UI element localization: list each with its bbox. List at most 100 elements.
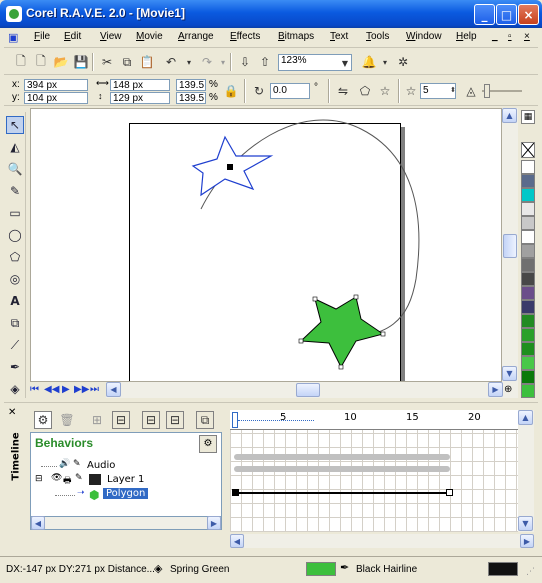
polygon-track-bar[interactable]: [234, 492, 450, 494]
palette-swatch[interactable]: [521, 258, 535, 272]
doc-icon[interactable]: ▣: [8, 31, 18, 44]
paste-icon[interactable]: 📋: [138, 53, 156, 71]
cut-icon[interactable]: ✂: [98, 53, 116, 71]
printer-icon[interactable]: 🖶: [63, 473, 72, 489]
text-tool-icon[interactable]: A: [6, 292, 24, 310]
menu-movie[interactable]: Movie: [136, 31, 163, 42]
layer-color-swatch[interactable]: [89, 474, 101, 485]
first-frame-icon[interactable]: ⏮: [30, 384, 39, 395]
snap-dropdown-icon[interactable]: ▾: [376, 53, 394, 71]
last-frame-icon[interactable]: ⏭: [90, 384, 99, 395]
canvas-vertical-scrollbar[interactable]: ▲ ▼: [502, 108, 518, 382]
palette-menu-icon[interactable]: ▦: [521, 110, 535, 124]
frames-vertical-scrollbar[interactable]: ▲ ▼: [518, 410, 534, 532]
layer-track-bar[interactable]: [234, 466, 450, 472]
minimize-button[interactable]: _: [474, 4, 495, 25]
scroll-thumb[interactable]: [503, 234, 517, 258]
scroll-up-icon[interactable]: ▲: [518, 410, 533, 425]
interactive-tool-icon[interactable]: ⧉: [6, 314, 24, 332]
palette-swatch[interactable]: [521, 286, 535, 300]
behaviors-button-icon[interactable]: ⚙: [34, 411, 52, 429]
play-icon[interactable]: ▶: [62, 384, 70, 395]
outline-tool-icon[interactable]: ✒: [6, 358, 24, 376]
frames-grid[interactable]: [230, 430, 518, 532]
scroll-left-icon[interactable]: ◀: [106, 382, 121, 397]
palette-swatch[interactable]: [521, 244, 535, 258]
resize-grip-icon[interactable]: ⋰: [526, 567, 535, 577]
app-logo-icon[interactable]: [6, 6, 22, 22]
rotate-icon[interactable]: ↻: [250, 82, 268, 100]
y-position-field[interactable]: 104 px: [24, 92, 88, 104]
points-spinner-icon[interactable]: ⬍: [444, 81, 462, 99]
copy-icon[interactable]: ⧉: [118, 53, 136, 71]
stage-artwork[interactable]: [31, 109, 502, 382]
eye-icon[interactable]: 👁: [51, 473, 62, 483]
menu-text[interactable]: Text: [330, 31, 348, 42]
menu-help[interactable]: Help: [456, 31, 477, 42]
timeline-tab-label[interactable]: Timeline: [11, 427, 22, 487]
menu-file[interactable]: File: [34, 31, 50, 42]
scroll-left-icon[interactable]: ◀: [31, 516, 45, 530]
scale-y-field[interactable]: 139.5: [176, 92, 206, 104]
new-from-template-icon[interactable]: 🗋: [32, 53, 50, 71]
scroll-thumb[interactable]: [296, 383, 320, 397]
palette-swatch[interactable]: [521, 202, 535, 216]
menu-effects[interactable]: Effects: [230, 31, 260, 42]
close-button[interactable]: ×: [518, 4, 539, 25]
new-folder-icon[interactable]: ⊟: [112, 411, 130, 429]
open-icon[interactable]: 📂: [52, 53, 70, 71]
scroll-right-icon[interactable]: ▶: [488, 382, 503, 397]
outline-color-swatch[interactable]: [488, 562, 518, 576]
drawing-canvas[interactable]: [30, 108, 502, 382]
frame-ruler[interactable]: 5 10 15 20: [230, 410, 518, 430]
no-fill-swatch[interactable]: [521, 142, 535, 158]
palette-swatch[interactable]: [521, 216, 535, 230]
scroll-down-icon[interactable]: ▼: [518, 516, 533, 531]
menu-edit[interactable]: Edit: [64, 31, 81, 42]
layer-tree-scrollbar[interactable]: ◀ ▶: [30, 516, 222, 530]
menu-arrange[interactable]: Arrange: [178, 31, 214, 42]
new-layer-icon[interactable]: ⊞: [88, 411, 106, 429]
audio-track-bar[interactable]: [234, 454, 450, 460]
collapse-icon[interactable]: ⊟: [35, 474, 43, 484]
palette-swatch[interactable]: [521, 230, 535, 244]
width-field[interactable]: 148 px: [110, 79, 170, 91]
polygon-mode-icon[interactable]: ⬠: [356, 82, 374, 100]
new-icon[interactable]: 🗋: [12, 53, 30, 71]
options-icon[interactable]: ✲: [394, 53, 412, 71]
zoom-navigator-icon[interactable]: ⊕: [504, 384, 512, 395]
start-keyframe[interactable]: [232, 489, 239, 496]
scroll-right-icon[interactable]: ▶: [520, 534, 534, 548]
x-position-field[interactable]: 394 px: [24, 79, 88, 91]
palette-swatch[interactable]: [521, 160, 535, 174]
palette-swatch[interactable]: [521, 342, 535, 356]
next-frame-icon[interactable]: ▶▶: [74, 384, 89, 395]
export-icon[interactable]: ⇧: [256, 53, 274, 71]
scroll-left-icon[interactable]: ◀: [230, 534, 244, 548]
behaviors-settings-icon[interactable]: ⚙: [199, 435, 217, 453]
star-mode-icon[interactable]: ☆: [376, 82, 394, 100]
prev-frame-icon[interactable]: ◀◀: [44, 384, 59, 395]
menu-bitmaps[interactable]: Bitmaps: [278, 31, 314, 42]
palette-swatch[interactable]: [521, 356, 535, 370]
frames-horizontal-scrollbar[interactable]: ◀ ▶: [230, 534, 534, 548]
doc-restore-button[interactable]: ▫: [508, 31, 512, 42]
eyedropper-tool-icon[interactable]: ⟋: [6, 336, 24, 354]
lock-ratio-icon[interactable]: 🔒: [222, 82, 240, 100]
mirror-icon[interactable]: ⇋: [334, 82, 352, 100]
undo-dropdown-icon[interactable]: ▾: [180, 53, 198, 71]
shape-tool-icon[interactable]: ◭: [6, 138, 24, 156]
menu-view[interactable]: View: [100, 31, 122, 42]
ellipse-tool-icon[interactable]: ◯: [6, 226, 24, 244]
doc-close-button[interactable]: ×: [524, 31, 530, 42]
remove-keyframe-icon[interactable]: ⊟: [166, 411, 184, 429]
palette-swatch[interactable]: [521, 188, 535, 202]
scale-x-field[interactable]: 139.5: [176, 79, 206, 91]
timeline-options-icon[interactable]: ⧉: [196, 411, 214, 429]
palette-swatch[interactable]: [521, 300, 535, 314]
rectangle-tool-icon[interactable]: ▭: [6, 204, 24, 222]
maximize-button[interactable]: □: [496, 4, 517, 25]
fill-tool-icon[interactable]: ◈: [6, 380, 24, 398]
rotation-field[interactable]: 0.0: [270, 83, 310, 99]
doc-minimize-button[interactable]: _: [492, 31, 498, 42]
